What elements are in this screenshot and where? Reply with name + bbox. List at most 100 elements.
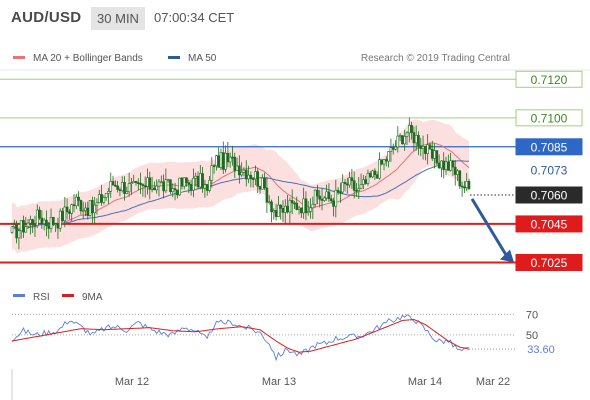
candle-body: [412, 132, 416, 144]
candle-body: [134, 181, 138, 183]
candle-body: [52, 217, 55, 225]
main-legend: MA 20 + Bollinger Bands MA 50 Research ©…: [13, 53, 510, 64]
candle-body: [192, 177, 195, 191]
candle-body: [313, 189, 317, 205]
candle-body: [56, 223, 60, 229]
candle-body: [49, 217, 53, 229]
x-tick-label: Mar 12: [115, 376, 149, 388]
candle-body: [339, 191, 342, 194]
candle-body: [261, 177, 264, 190]
candle-body: [274, 210, 278, 217]
candle-body: [447, 161, 450, 171]
candle-body: [302, 198, 305, 214]
candle-body: [463, 186, 466, 189]
candle-body: [293, 202, 296, 205]
candle-body: [368, 172, 372, 178]
candle-body: [290, 200, 294, 204]
level-label-resistance: 0.7120: [531, 73, 568, 87]
candle-body: [428, 144, 432, 150]
candle-body: [12, 224, 16, 228]
ma20-legend-label: MA 20 + Bollinger Bands: [33, 53, 143, 64]
candle-body: [444, 161, 448, 170]
candle-body: [35, 209, 39, 226]
candle-body: [205, 184, 209, 191]
candle-body: [95, 202, 99, 206]
candle-body: [29, 219, 32, 224]
candle-body: [68, 211, 71, 214]
candle-body: [120, 182, 124, 191]
candle-body: [130, 182, 133, 185]
level-label-resistance: 0.7100: [531, 111, 568, 125]
candle-body: [348, 177, 351, 186]
candle-body: [357, 188, 361, 191]
candle-body: [116, 185, 119, 190]
candle-body: [449, 160, 452, 171]
x-tick-label: Mar 14: [408, 376, 442, 388]
candle-body: [343, 182, 347, 185]
candle-body: [378, 159, 381, 179]
candle-body: [430, 149, 434, 159]
candle-body: [286, 205, 289, 213]
candle-body: [403, 136, 406, 145]
candle-body: [256, 171, 260, 187]
candle-body: [171, 188, 175, 192]
candle-body: [38, 209, 41, 219]
candle-body: [327, 191, 331, 199]
candle-body: [442, 160, 446, 170]
level-label-ma-value: 0.7073: [531, 163, 568, 177]
candle-body: [47, 225, 51, 229]
candle-body: [401, 135, 404, 145]
candle-body: [458, 170, 462, 187]
candle-body: [159, 181, 163, 184]
candle-body: [201, 173, 204, 189]
candle-body: [58, 210, 62, 229]
ma50-legend-label: MA 50: [188, 53, 217, 64]
candle-body: [396, 135, 400, 148]
rsi-ma-legend-swatch: [62, 294, 74, 297]
source-credit: Research © 2019 Trading Central: [361, 53, 510, 64]
candle-body: [345, 183, 349, 186]
candle-body: [189, 184, 193, 191]
candle-body: [45, 219, 48, 227]
candle-body: [109, 181, 113, 192]
candle-body: [40, 217, 44, 224]
candle-body: [323, 197, 326, 201]
candle-body: [263, 177, 266, 189]
candle-body: [426, 144, 429, 154]
rsi-current-label: 33.60: [527, 344, 555, 356]
candle-body: [210, 165, 214, 181]
candle-body: [19, 220, 23, 232]
candle-body: [373, 170, 377, 176]
rsi-legend: RSI 9MA: [13, 292, 103, 303]
candle-body: [300, 207, 303, 214]
rsi-tick-label: 70: [526, 309, 538, 321]
candle-body: [364, 179, 367, 184]
candle-body: [146, 177, 149, 187]
candle-body: [460, 185, 464, 188]
candle-body: [371, 170, 374, 178]
candle-body: [424, 146, 427, 154]
candle-body: [148, 177, 152, 190]
candle-body: [157, 181, 161, 187]
candle-body: [88, 200, 92, 216]
candle-body: [421, 146, 425, 149]
candle-body: [316, 189, 319, 197]
candle-body: [61, 210, 64, 221]
candle-body: [107, 191, 110, 194]
candle-body: [238, 165, 241, 176]
candle-body: [288, 200, 292, 213]
candle-body: [217, 155, 220, 168]
candle-body: [355, 190, 358, 192]
candle-body: [102, 197, 106, 203]
candle-body: [33, 224, 37, 227]
candle-body: [304, 198, 308, 214]
candle-body: [228, 156, 232, 163]
candle-body: [17, 230, 21, 239]
level-label-last-price: 0.7060: [531, 189, 568, 203]
ma50-legend-swatch: [168, 56, 180, 59]
candle-body: [389, 147, 393, 152]
candle-body: [417, 135, 420, 146]
rsi-panel: 70 50 33.60: [11, 309, 555, 362]
candle-body: [352, 180, 356, 191]
candle-body: [332, 200, 335, 207]
